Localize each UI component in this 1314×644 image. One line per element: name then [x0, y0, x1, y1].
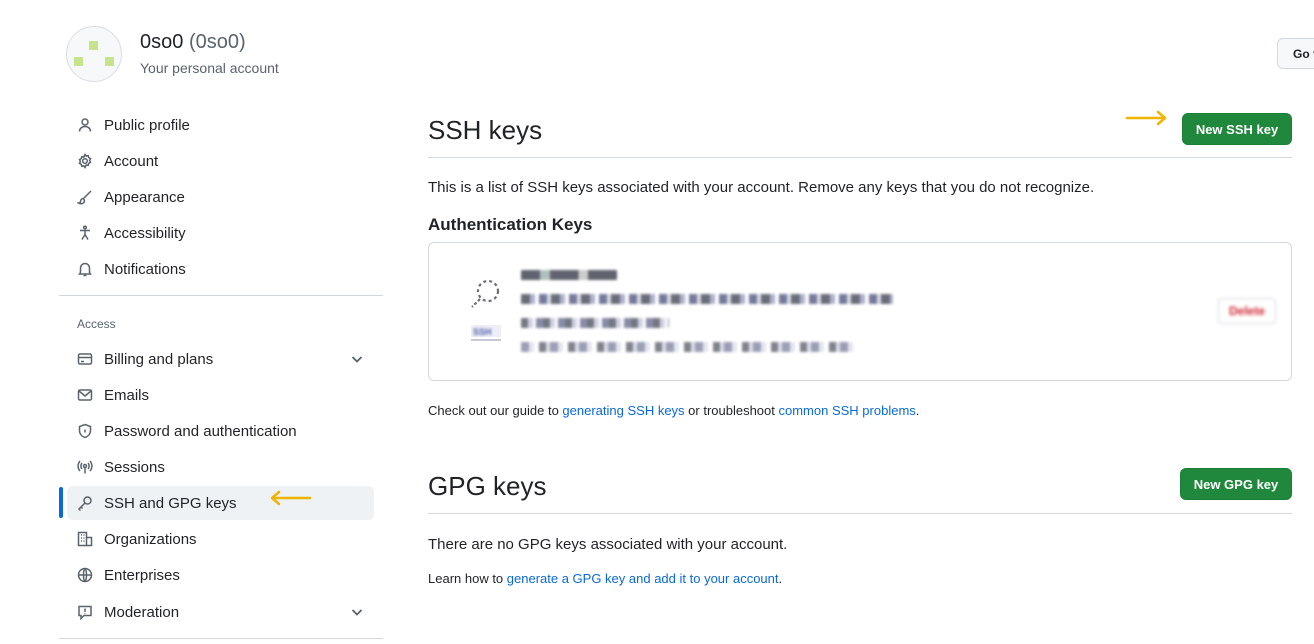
sidebar-item-account[interactable]: Account	[67, 144, 374, 178]
sidebar-item-label: Sessions	[104, 458, 165, 476]
learn-suffix: .	[778, 571, 783, 586]
ssh-guide-text: Check out our guide to generating SSH ke…	[428, 403, 919, 418]
authentication-keys-heading: Authentication Keys	[428, 215, 593, 234]
avatar[interactable]	[66, 26, 122, 82]
sidebar-item-notifications[interactable]: Notifications	[67, 252, 374, 286]
bell-icon	[76, 260, 94, 278]
sidebar-item-label: Moderation	[104, 603, 180, 621]
ssh-key-item: SSH Delete	[428, 242, 1292, 381]
sidebar-item-label: Public profile	[104, 116, 190, 134]
shield-lock-icon	[76, 422, 94, 440]
delete-key-button[interactable]: Delete	[1218, 298, 1276, 324]
ssh-badge: SSH	[473, 327, 492, 337]
gear-icon	[76, 152, 94, 170]
sidebar-item-label: Appearance	[104, 188, 185, 206]
mail-icon	[76, 386, 94, 404]
go-to-profile-button[interactable]: Go t	[1277, 38, 1314, 69]
key-title-redacted	[521, 270, 617, 280]
display-name: 0so0	[140, 31, 184, 53]
guide-suffix: .	[915, 403, 920, 418]
guide-middle: or troubleshoot	[684, 403, 779, 418]
sidebar-item-label: Account	[104, 152, 159, 170]
section-divider	[428, 157, 1292, 158]
sidebar-item-accessibility[interactable]: Accessibility	[67, 216, 374, 250]
common-ssh-problems-link[interactable]: common SSH problems	[779, 403, 916, 418]
globe-icon	[76, 566, 94, 584]
report-icon	[76, 603, 94, 621]
active-indicator	[59, 487, 63, 518]
annotation-arrow-left-icon	[268, 489, 314, 507]
sidebar-item-billing[interactable]: Billing and plans	[67, 342, 374, 376]
sidebar-item-emails[interactable]: Emails	[67, 378, 374, 412]
sidebar-item-label: Password and authentication	[104, 422, 297, 440]
annotation-arrow-right-icon	[1124, 109, 1170, 127]
sidebar-item-organizations[interactable]: Organizations	[67, 522, 374, 556]
gpg-keys-title: GPG keys	[428, 471, 547, 501]
new-gpg-key-button[interactable]: New GPG key	[1180, 468, 1292, 500]
sidebar-item-label: Notifications	[104, 260, 186, 278]
learn-prefix: Learn how to	[428, 571, 507, 586]
new-ssh-key-button[interactable]: New SSH key	[1182, 113, 1292, 145]
sidebar-item-label: Enterprises	[104, 566, 180, 584]
key-added-date-redacted	[521, 318, 669, 328]
sidebar-item-label: Accessibility	[104, 224, 186, 242]
chevron-down-icon[interactable]	[350, 605, 364, 619]
sidebar-item-appearance[interactable]: Appearance	[67, 180, 374, 214]
account-login: (0so0)	[188, 31, 246, 53]
generate-gpg-key-link[interactable]: generate a GPG key and add it to your ac…	[507, 571, 779, 586]
key-icon	[76, 494, 94, 512]
broadcast-icon	[76, 458, 94, 476]
paintbrush-icon	[76, 188, 94, 206]
sidebar-item-sessions[interactable]: Sessions	[67, 450, 374, 484]
key-fingerprint-redacted	[521, 294, 893, 304]
sidebar-item-ssh-gpg-keys[interactable]: SSH and GPG keys	[67, 486, 374, 520]
sidebar-item-password[interactable]: Password and authentication	[67, 414, 374, 448]
key-last-used-redacted	[521, 342, 857, 352]
sidebar-item-enterprises[interactable]: Enterprises	[67, 558, 374, 592]
chevron-down-icon[interactable]	[350, 352, 364, 366]
sidebar-item-public-profile[interactable]: Public profile	[67, 108, 374, 142]
sidebar-divider	[59, 638, 383, 639]
gpg-empty-text: There are no GPG keys associated with yo…	[428, 536, 788, 553]
gpg-learn-text: Learn how to generate a GPG key and add …	[428, 571, 782, 586]
organization-icon	[76, 530, 94, 548]
sidebar-item-label: Organizations	[104, 530, 197, 548]
ssh-keys-title: SSH keys	[428, 115, 543, 145]
sidebar-divider	[59, 295, 383, 296]
generating-ssh-keys-link[interactable]: generating SSH keys	[562, 403, 684, 418]
sidebar-item-moderation[interactable]: Moderation	[67, 595, 374, 629]
accessibility-icon	[76, 224, 94, 242]
credit-card-icon	[76, 350, 94, 368]
person-icon	[76, 116, 94, 134]
sidebar-heading-access: Access	[77, 317, 116, 331]
account-subtitle: Your personal account	[140, 60, 279, 76]
guide-prefix: Check out our guide to	[428, 403, 563, 418]
sidebar-item-label: SSH and GPG keys	[104, 494, 237, 512]
ssh-description: This is a list of SSH keys associated wi…	[428, 179, 1095, 196]
account-name[interactable]: 0so0 (0so0)	[140, 31, 246, 54]
sidebar-item-label: Emails	[104, 386, 150, 404]
sidebar-item-label: Billing and plans	[104, 350, 214, 368]
section-divider	[428, 513, 1292, 514]
